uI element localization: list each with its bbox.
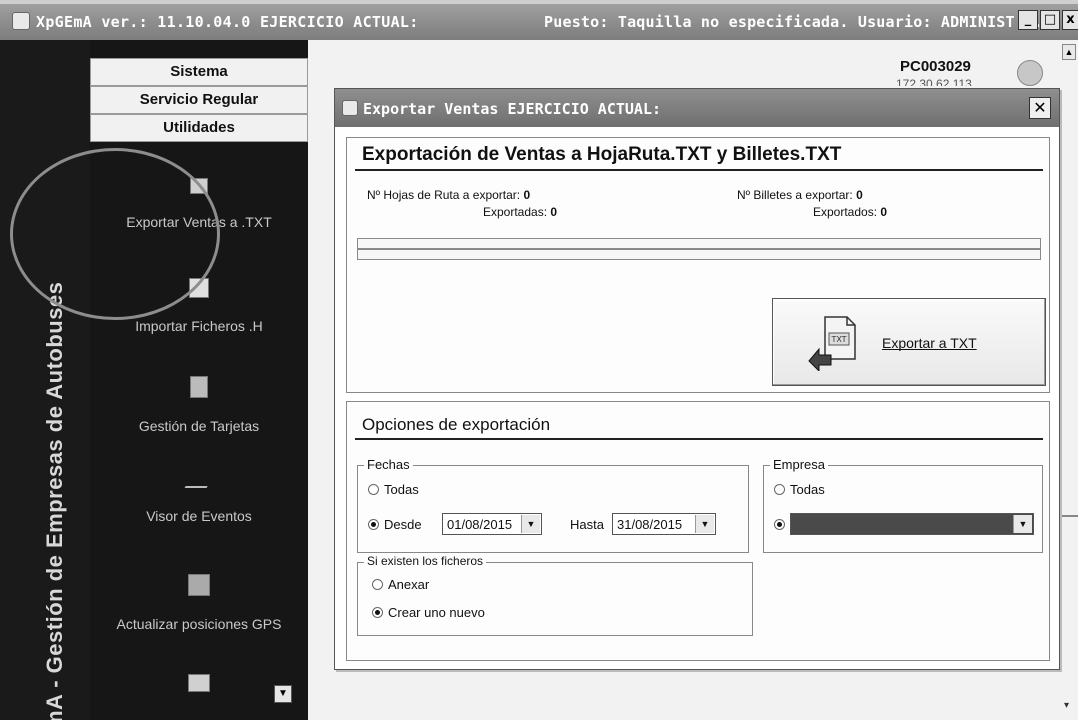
nav-item-gestion-tarjetas[interactable]: Gestión de Tarjetas [90, 376, 308, 434]
section-rule [355, 169, 1043, 171]
app-title: XpGEmA ver.: 11.10.04.0 EJERCICIO ACTUAL… [36, 13, 419, 31]
hojas-label: Nº Hojas de Ruta a exportar: [367, 188, 521, 202]
nav-item-label: Importar Ficheros .H [135, 318, 263, 334]
dialog-title: Exportar Ventas EJERCICIO ACTUAL: [363, 100, 662, 118]
scroll-up-button[interactable]: ▲ [1062, 44, 1076, 60]
ficheros-anexar-radio[interactable]: Anexar [372, 577, 429, 592]
exportados-label: Exportados: [813, 205, 878, 219]
export-file-icon [190, 178, 208, 194]
export-icon-text: TXT [830, 335, 846, 344]
app-titlebar: XpGEmA ver.: 11.10.04.0 EJERCICIO ACTUAL… [0, 0, 1078, 40]
divider [1062, 515, 1078, 517]
nav-item-label: Actualizar posiciones GPS [116, 616, 282, 632]
minimize-button[interactable]: _ [1018, 10, 1038, 30]
exportados-value: 0 [880, 205, 888, 219]
progress-bar-billetes [357, 249, 1041, 260]
maximize-button[interactable]: □ [1040, 10, 1060, 30]
hojas-value: 0 [523, 188, 531, 202]
scroll-down-arrow[interactable]: ▾ [1064, 700, 1069, 711]
close-app-button[interactable]: x [1062, 10, 1078, 30]
section-title: Exportación de Ventas a HojaRuta.TXT y B… [362, 144, 842, 165]
exportadas-value: 0 [550, 205, 558, 219]
radio-dot [774, 484, 785, 495]
radio-dot [368, 519, 379, 530]
network-icon [1017, 60, 1043, 86]
nav-item-importar-ficheros[interactable]: Importar Ficheros .H [90, 278, 308, 334]
nav-more-dropdown[interactable]: ▼ [274, 685, 292, 703]
nav-header-sistema[interactable]: Sistema [90, 58, 308, 86]
nav-item-label: Exportar Ventas a .TXT [126, 214, 272, 230]
export-button-label: Exportar a TXT [882, 335, 977, 351]
card-icon [190, 376, 208, 398]
left-rail: mA - Gestión de Empresas de Autobuses [0, 40, 90, 720]
chevron-down-icon[interactable]: ▼ [521, 515, 540, 533]
radio-dot [372, 607, 383, 618]
nav-header-servicio-regular[interactable]: Servicio Regular [90, 86, 308, 114]
billetes-label: Nº Billetes a exportar: [737, 188, 853, 202]
dialog-icon [342, 100, 358, 116]
export-dialog: Exportar Ventas EJERCICIO ACTUAL: ✕ Expo… [334, 88, 1060, 670]
fechas-label: Fechas [364, 457, 413, 472]
dialog-close-button[interactable]: ✕ [1029, 97, 1051, 119]
app-session-info: Puesto: Taquilla no especificada. Usuari… [544, 13, 1043, 31]
empresa-label: Empresa [770, 457, 829, 472]
nav-header-utilidades[interactable]: Utilidades [90, 114, 308, 142]
desde-date-select[interactable]: 01/08/2015 ▼ [442, 513, 542, 535]
billetes-value: 0 [856, 188, 863, 202]
fechas-group: Fechas Todas Desde 01/08/2015 ▼ Hasta 31… [357, 457, 749, 553]
nav-item-label: Visor de Eventos [146, 508, 252, 524]
app-vertical-title: mA - Gestión de Empresas de Autobuses [42, 281, 67, 720]
exportadas-label: Exportadas: [483, 205, 548, 219]
empresa-todas-radio[interactable]: Todas [774, 482, 825, 497]
events-icon [184, 476, 214, 488]
chevron-down-icon[interactable]: ▼ [695, 515, 714, 533]
ficheros-group: Si existen los ficheros Anexar Crear uno… [357, 554, 753, 636]
exportados-count: Exportados: 0 [813, 205, 887, 219]
empresa-select-radio[interactable] [774, 517, 790, 532]
ficheros-label: Si existen los ficheros [364, 554, 487, 568]
import-file-icon [189, 278, 209, 298]
chevron-down-icon[interactable]: ▼ [1013, 515, 1032, 533]
app-icon [12, 12, 30, 30]
exportadas-count: Exportadas: 0 [483, 205, 557, 219]
pc-ip: 172.30.62.113 [896, 77, 972, 86]
ficheros-crear-radio[interactable]: Crear uno nuevo [372, 605, 485, 620]
hasta-date-value: 31/08/2015 [617, 517, 683, 532]
hasta-label: Hasta [570, 517, 604, 532]
calendar-icon [188, 674, 210, 692]
nav-item-visor-eventos[interactable]: Visor de Eventos [90, 476, 308, 524]
billetes-count: Nº Billetes a exportar: 0 [737, 188, 863, 202]
desde-date-value: 01/08/2015 [447, 517, 513, 532]
export-txt-button[interactable]: TXT Exportar a TXT [772, 298, 1046, 386]
radio-label: Desde [384, 517, 422, 532]
radio-label: Anexar [388, 577, 430, 592]
radio-label: Crear uno nuevo [388, 605, 485, 620]
pc-name: PC003029 [900, 58, 971, 75]
fechas-todas-radio[interactable]: Todas [368, 482, 419, 497]
gps-icon [188, 574, 210, 596]
nav-item-exportar-ventas[interactable]: Exportar Ventas a .TXT [90, 178, 308, 230]
radio-dot [368, 484, 379, 495]
nav-item-actualizar-gps[interactable]: Actualizar posiciones GPS [90, 574, 308, 632]
fechas-desde-radio[interactable]: Desde [368, 517, 422, 532]
hasta-date-select[interactable]: 31/08/2015 ▼ [612, 513, 716, 535]
empresa-group: Empresa Todas ▼ [763, 457, 1043, 553]
export-txt-icon: TXT [808, 316, 856, 371]
empresa-select[interactable]: ▼ [790, 513, 1034, 535]
progress-bar-hojas [357, 238, 1041, 249]
hojas-count: Nº Hojas de Ruta a exportar: 0 [367, 188, 530, 202]
nav-item-label: Gestión de Tarjetas [138, 418, 260, 434]
nav-panel: Sistema Servicio Regular Utilidades Expo… [90, 40, 308, 720]
options-section: Opciones de exportación Fechas Todas Des… [346, 401, 1050, 661]
options-rule [355, 438, 1043, 440]
radio-label: Todas [384, 482, 419, 497]
options-title: Opciones de exportación [362, 415, 551, 434]
radio-dot [372, 579, 383, 590]
radio-label: Todas [790, 482, 825, 497]
export-section: Exportación de Ventas a HojaRuta.TXT y B… [346, 137, 1050, 393]
radio-dot [774, 519, 785, 530]
dialog-titlebar: Exportar Ventas EJERCICIO ACTUAL: ✕ [335, 89, 1059, 127]
